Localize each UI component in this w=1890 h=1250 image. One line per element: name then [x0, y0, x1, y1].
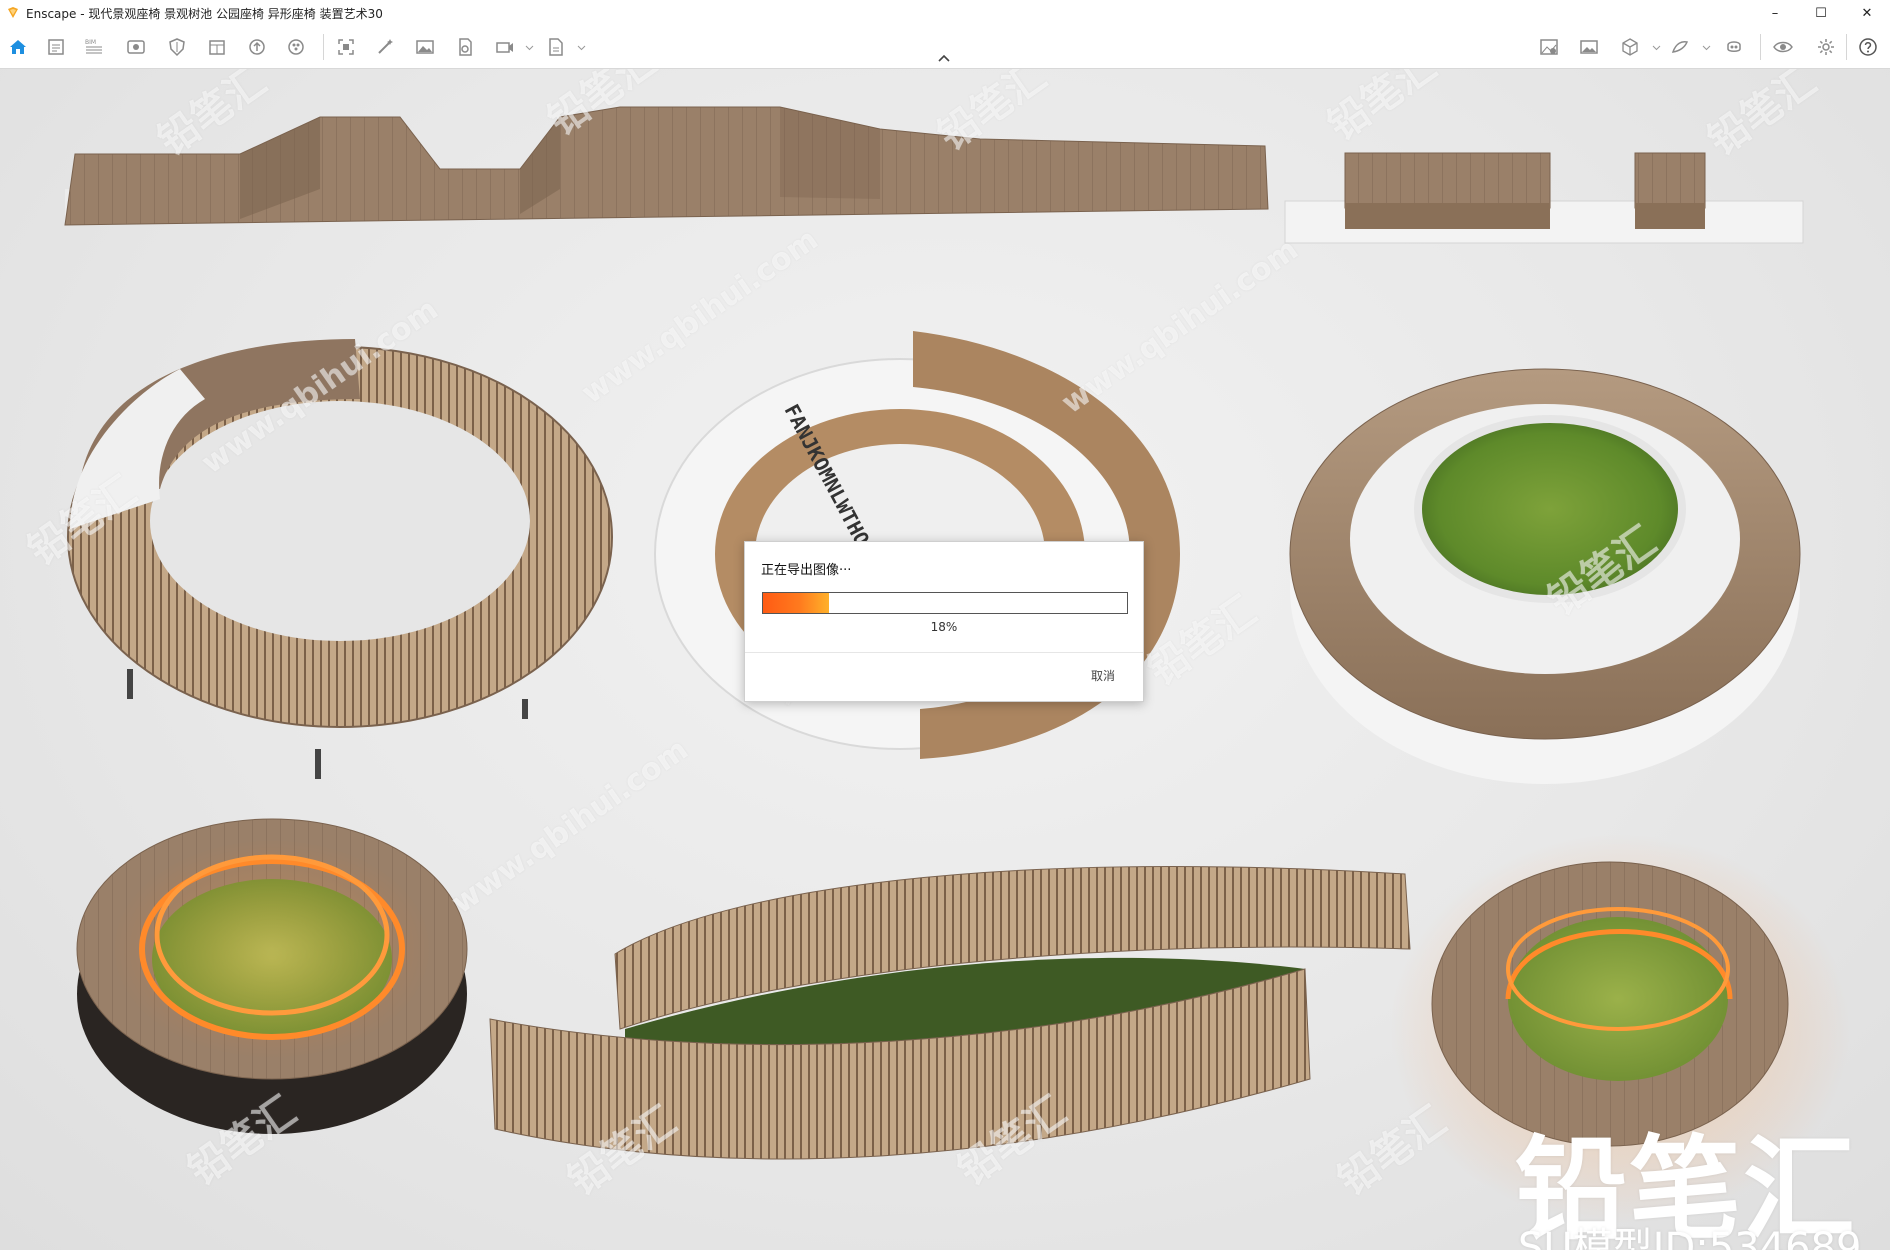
visual-settings-icon[interactable] [286, 37, 306, 57]
vr-headset-icon[interactable] [1724, 37, 1744, 57]
toolbar-separator [1760, 34, 1761, 60]
twin-curved-bench-model [489, 865, 1411, 1160]
settings-icon[interactable] [1816, 37, 1836, 57]
home-icon[interactable] [8, 37, 28, 57]
render-wand-icon[interactable] [375, 37, 395, 57]
help-icon[interactable] [1858, 37, 1878, 57]
chevron-down-icon[interactable] [525, 43, 534, 52]
window-controls: – ☐ ✕ [1752, 0, 1890, 26]
window-title: Enscape - 现代景观座椅 景观树池 公园座椅 异形座椅 装置艺术30 [26, 6, 383, 21]
dialog-divider [745, 652, 1143, 653]
image-export-icon[interactable] [415, 37, 435, 57]
material-editor-icon[interactable] [1539, 37, 1559, 57]
minimize-button[interactable]: – [1752, 0, 1798, 26]
chevron-down-icon[interactable] [1652, 43, 1661, 52]
dialog-title: 正在导出图像··· [761, 563, 852, 578]
close-button[interactable]: ✕ [1844, 0, 1890, 26]
upload-icon[interactable] [247, 37, 267, 57]
wavy-bench-model [64, 106, 1269, 226]
chevron-down-icon[interactable] [1702, 43, 1711, 52]
slatted-ring-bench-model [67, 339, 613, 779]
visibility-icon[interactable] [1773, 37, 1793, 57]
svg-text:BIM: BIM [85, 39, 96, 46]
bim-icon[interactable]: BIM [84, 37, 104, 57]
backrest-bench-model [1284, 152, 1804, 244]
web-export-icon[interactable] [546, 37, 566, 57]
view-icon[interactable] [126, 37, 146, 57]
video-icon[interactable] [495, 37, 515, 57]
title-bar: Enscape - 现代景观座椅 景观树池 公园座椅 异形座椅 装置艺术30 –… [0, 0, 1890, 26]
glowing-ring-bench-model [76, 818, 468, 1134]
toolbar-separator [323, 34, 324, 60]
image-gallery-icon[interactable] [1579, 37, 1599, 57]
maximize-button[interactable]: ☐ [1798, 0, 1844, 26]
tree-pit-model [1289, 368, 1801, 784]
toolbar-collapse-chevron-icon[interactable] [936, 52, 952, 66]
progress-percent: 18% [930, 620, 958, 634]
cancel-button[interactable]: 取消 [1085, 665, 1121, 686]
export-progress-dialog: 正在导出图像··· 18% 取消 [744, 541, 1144, 702]
progress-bar-fill [763, 593, 829, 613]
cube-icon[interactable] [1620, 37, 1640, 57]
progress-bar [762, 592, 1128, 614]
project-settings-icon[interactable] [46, 37, 66, 57]
chevron-down-icon[interactable] [577, 43, 586, 52]
toolbar-separator [1846, 34, 1847, 60]
shield-icon[interactable] [167, 37, 187, 57]
screenshot-icon[interactable] [336, 37, 356, 57]
asset-library-icon[interactable] [207, 37, 227, 57]
model-id-label: SU模型ID:534689 [1518, 1225, 1862, 1250]
batch-export-icon[interactable] [455, 37, 475, 57]
annotation-icon[interactable] [1670, 37, 1690, 57]
enscape-logo-icon [8, 7, 18, 18]
